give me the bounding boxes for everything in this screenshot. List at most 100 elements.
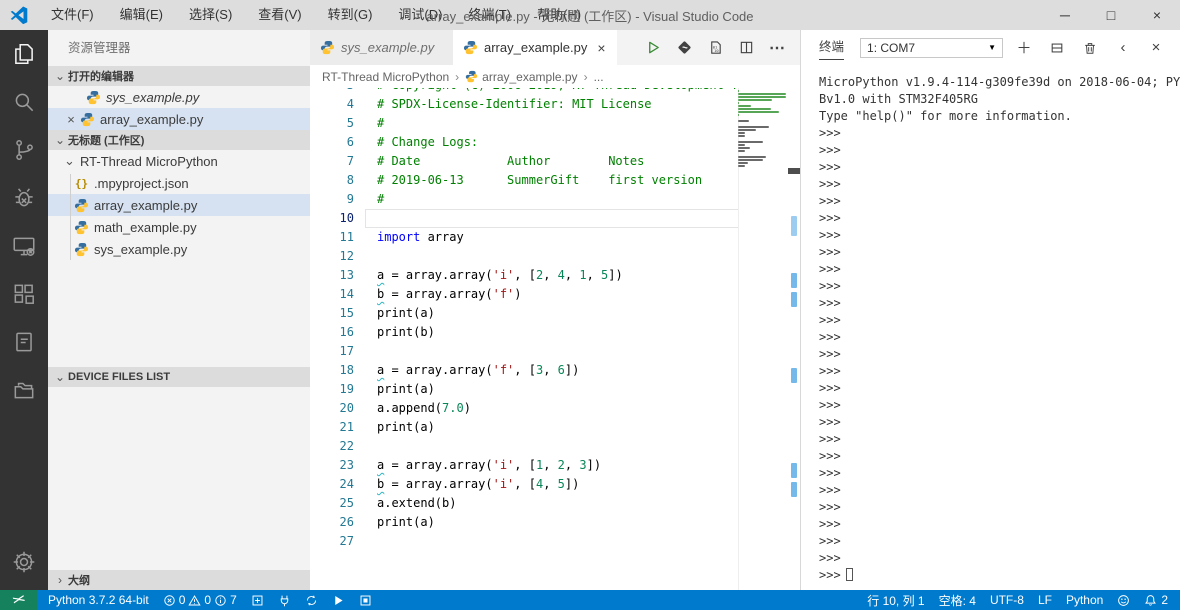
new-window-icon[interactable] [244,590,271,610]
file-tree-item[interactable]: array_example.py [48,194,310,216]
overview-ruler-marker [791,216,797,236]
code-line: 7 # Date Author Notes [346,154,645,168]
tab-bar: sys_example.py array_example.py × 0110 [310,30,800,65]
status-bar: >< Python 3.7.2 64-bit 0 0 7 行 10, 列 1 空… [0,590,1180,610]
code-viewport[interactable]: 3# Copyright (c) 2006-2019, RT-Thread De… [310,88,738,590]
warning-icon [188,594,202,605]
code-line: 25 a.extend(b) [339,496,457,510]
code-line: 6 # Change Logs: [346,135,479,149]
encoding[interactable]: UTF-8 [983,593,1031,607]
file-label: sys_example.py [94,241,188,257]
code-line: 20 a.append(7.0) [339,401,471,415]
file-tree-item[interactable]: sys_example.py [48,238,310,260]
download-to-device-icon[interactable] [675,39,693,57]
device-monitor-icon[interactable] [0,222,48,270]
remote-connection-icon[interactable]: >< [0,590,37,610]
menu-item[interactable]: 转到(G) [315,0,386,30]
close-tab-icon[interactable]: × [597,40,605,56]
extensions-icon[interactable] [0,270,48,318]
close-icon[interactable]: × [62,112,80,127]
split-terminal-icon[interactable] [1049,40,1065,56]
cursor-position[interactable]: 行 10, 列 1 [860,592,931,609]
stop-icon[interactable] [352,590,379,610]
code-line: 24 b = array.array('i', [4, 5]) [339,477,580,491]
python-file-icon [465,70,478,83]
sync-icon[interactable] [298,590,325,610]
problems-indicator[interactable]: 0 0 7 [156,590,244,610]
menu-item[interactable]: 编辑(E) [107,0,176,30]
file-label: array_example.py [94,197,198,213]
explorer-icon[interactable] [0,30,48,78]
file-label: sys_example.py [106,89,200,105]
source-control-icon[interactable] [0,126,48,174]
menu-item[interactable]: 终端(T) [455,0,524,30]
menu-item[interactable]: 调试(D) [385,0,455,30]
code-line: 10 [310,209,738,228]
menu-item[interactable]: 查看(V) [245,0,314,30]
close-icon[interactable]: × [1134,0,1180,30]
folders-icon[interactable] [0,366,48,414]
code-line: 26 print(a) [339,515,435,529]
settings-gear-icon[interactable] [0,538,48,586]
code-line: 8 # 2019-06-13 SummerGift first version [346,173,703,187]
minimize-icon[interactable]: ─ [1042,0,1088,30]
terminal-select[interactable]: 1: COM7 ▼ [860,37,1004,58]
kill-terminal-icon[interactable] [1082,40,1098,56]
breadcrumb-folder[interactable]: RT-Thread MicroPython [322,70,449,84]
panel-header: 终端 1: COM7 ▼ ＋ ‹ × [801,30,1180,65]
run-icon[interactable] [644,39,662,57]
indentation[interactable]: 空格: 4 [932,592,983,609]
eol-sequence[interactable]: LF [1031,593,1059,607]
python-file-icon [74,198,89,212]
menu-item[interactable]: 帮助(H) [524,0,594,30]
search-icon[interactable] [0,78,48,126]
split-editor-icon[interactable] [737,39,755,57]
tab-sys-example[interactable]: sys_example.py [310,30,453,65]
minimap[interactable] [736,90,788,171]
document-icon[interactable] [0,318,48,366]
breadcrumb-symbol[interactable]: ... [594,70,604,84]
section-outline[interactable]: › 大纲 [48,570,310,590]
feedback-smiley-icon[interactable] [1110,594,1137,607]
bell-icon [1145,594,1157,606]
file-tree-item[interactable]: math_example.py [48,216,310,238]
language-mode[interactable]: Python [1059,593,1110,607]
close-panel-icon[interactable]: × [1148,39,1164,56]
code-editor: 3# Copyright (c) 2006-2019, RT-Thread De… [310,88,800,590]
python-interpreter[interactable]: Python 3.7.2 64-bit [41,590,156,610]
code-line: 18 a = array.array('f', [3, 6]) [339,363,580,377]
more-actions-icon[interactable]: ⋯ [768,39,786,57]
section-open-editors[interactable]: ⌄ 打开的编辑器 [48,66,310,86]
section-device-files[interactable]: ⌄ DEVICE FILES LIST [48,367,310,387]
code-line: 13 a = array.array('i', [2, 4, 1, 5]) [339,268,623,282]
binary-file-icon[interactable]: 01 10 [706,39,724,57]
indent-guide [70,174,71,260]
collapse-panel-icon[interactable]: ‹ [1115,39,1131,56]
terminal-cursor [845,568,853,581]
plug-icon[interactable] [271,590,298,610]
play-icon[interactable] [325,590,352,610]
sidebar-title: 资源管理器 [68,41,131,55]
open-editor-item[interactable]: sys_example.py [48,86,310,108]
terminal-output[interactable]: MicroPython v1.9.4-114-g309fe39d on 2018… [801,65,1180,590]
section-workspace[interactable]: ⌄ 无标题 (工作区) [48,130,310,150]
menu-item[interactable]: 选择(S) [176,0,245,30]
python-file-icon [80,112,95,126]
debug-icon[interactable] [0,174,48,222]
breadcrumb-file[interactable]: array_example.py [482,70,577,84]
activity-bar [0,30,48,590]
overview-ruler-marker [791,273,797,288]
folder-rt-thread-micropython[interactable]: ⌄ RT-Thread MicroPython [48,150,310,172]
file-tree-item[interactable]: {} .mpyproject.json [48,172,310,194]
notifications-bell[interactable]: 2 [1137,593,1180,607]
code-line: 9 # [346,192,385,206]
open-editor-item[interactable]: × array_example.py [48,108,310,130]
maximize-icon[interactable]: □ [1088,0,1134,30]
json-file-icon: {} [74,176,89,190]
tab-terminal[interactable]: 终端 [819,36,845,60]
new-terminal-icon[interactable]: ＋ [1016,40,1032,57]
menu-item[interactable]: 文件(F) [38,0,107,30]
tab-array-example[interactable]: array_example.py × [453,30,617,65]
chevron-right-icon: › [583,69,588,84]
chevron-down-icon: ⌄ [54,370,66,384]
